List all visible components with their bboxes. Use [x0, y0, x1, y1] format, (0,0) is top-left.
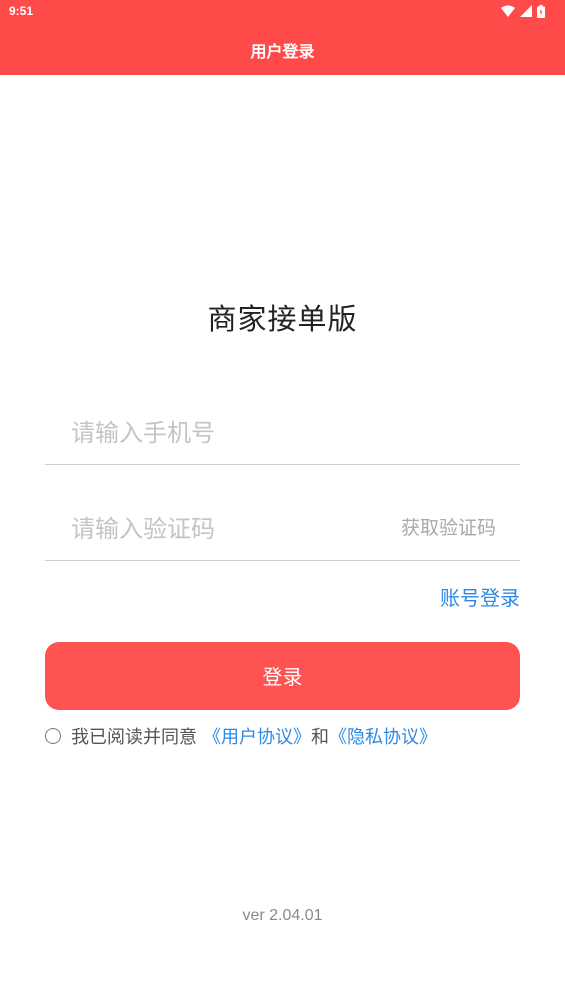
status-icons [501, 4, 545, 18]
privacy-agreement-link[interactable]: 《隐私协议》 [329, 723, 437, 749]
code-field: 获取验证码 [45, 496, 520, 561]
phone-input[interactable] [69, 410, 373, 456]
app-title: 商家接单版 [207, 302, 358, 336]
verification-code-input[interactable] [69, 506, 373, 552]
top-bar: 9:51 用户登录 [0, 0, 565, 75]
get-code-button[interactable]: 获取验证码 [401, 513, 496, 540]
version-label: ver 2.04.01 [242, 907, 323, 924]
wifi-icon [501, 5, 515, 17]
phone-field [45, 400, 520, 465]
user-agreement-link[interactable]: 《用户协议》 [203, 723, 311, 749]
status-time: 9:51 [9, 4, 34, 18]
agreement-prefix: 我已阅读并同意 [71, 727, 197, 748]
agreement-joiner: 和 [311, 727, 329, 748]
login-screen: 9:51 用户登录 商家接单版 请输入手机号 请输入验证码 获取验证码 账号登录… [0, 0, 565, 1004]
signal-icon [520, 5, 532, 17]
page-title: 用户登录 [250, 42, 315, 61]
agreement-checkbox[interactable] [45, 728, 61, 744]
login-button[interactable]: 登录 [45, 642, 520, 710]
status-bar: 9:51 [0, 0, 565, 24]
account-login-link[interactable]: 账号登录 [440, 582, 520, 611]
battery-icon [537, 4, 545, 18]
agreement-row: 我已阅读并同意 《用户协议》 和 《隐私协议》 [45, 723, 437, 749]
